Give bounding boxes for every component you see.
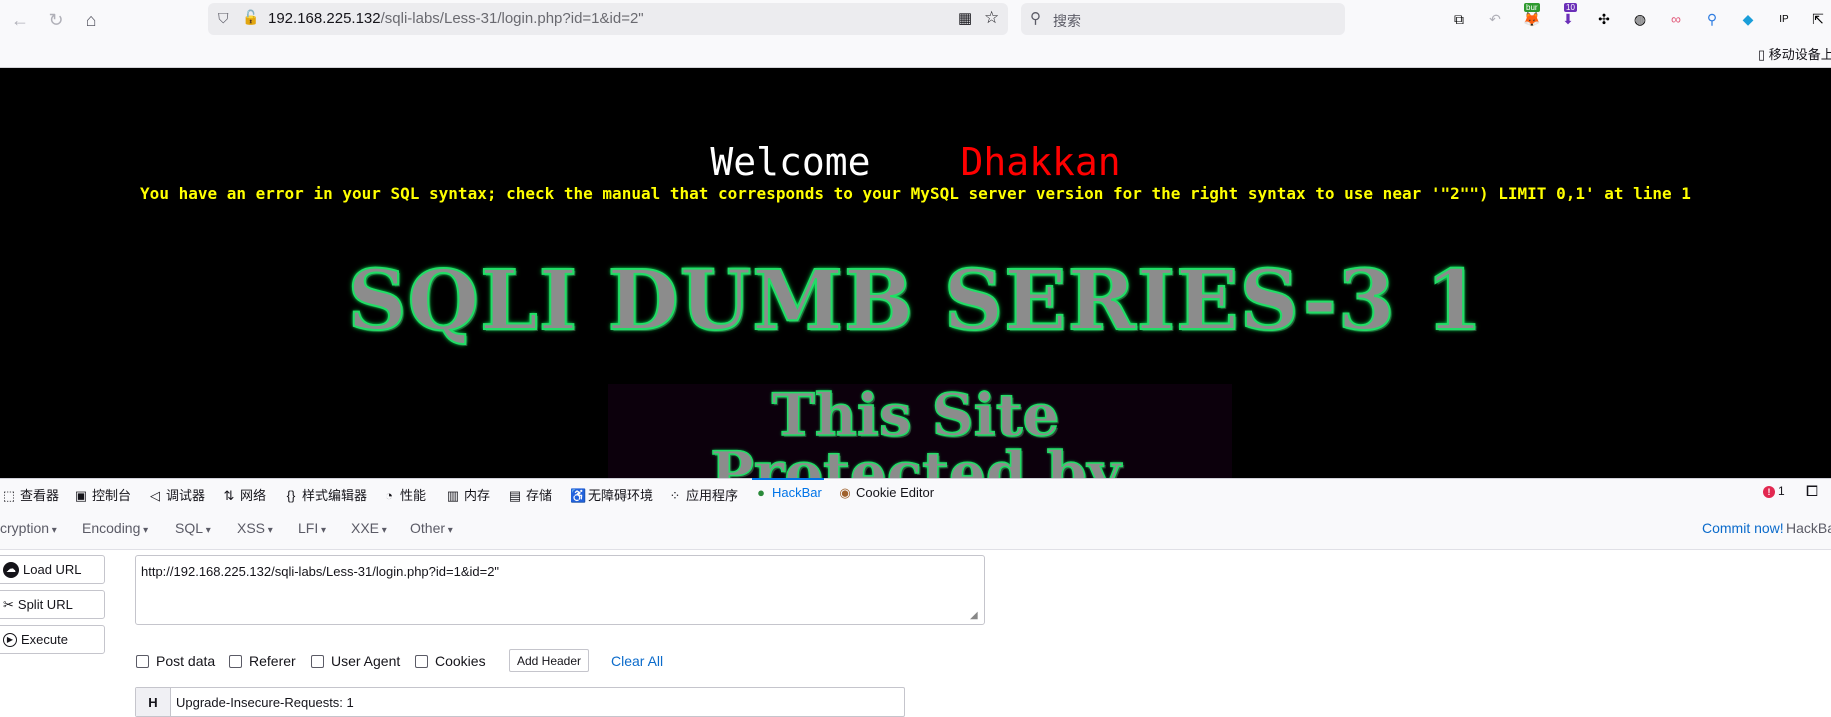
load-url-button[interactable]: ☁ Load URL [0, 555, 105, 584]
hackbar-body: ☁ Load URL ✂ Split URL ▶ Execute http://192… [0, 550, 1831, 717]
reload-icon[interactable]: ↻ [43, 7, 69, 33]
burp-extension-icon[interactable]: bur 🦊 [1522, 3, 1542, 29]
cookie-icon: ◉ [839, 485, 851, 500]
url-text[interactable]: 192.168.225.132/sqli-labs/Less-31/login.… [268, 10, 644, 27]
storage-icon: ▤ [508, 488, 522, 503]
search-icon: ⚲ [1030, 10, 1041, 27]
cookie-icon[interactable]: ◍ [1630, 9, 1650, 29]
url-input[interactable]: http://192.168.225.132/sqli-labs/Less-31… [135, 555, 985, 625]
clear-all-link[interactable]: Clear All [611, 653, 663, 669]
devtools-tab-bar: ⬚ 查看器 ▣ 控制台 ◁ 调试器 ⇅ 网络 {} 样式编辑器 ◔ 性能 ▥ 内存 ▤ 存储 ♿… [0, 478, 1831, 508]
browser-toolbar: ← ↻ ⌂ ⛉ 🔓 192.168.225.132/sqli-labs/Less… [0, 0, 1831, 40]
bookmarks-bar: ▯ 移动设备上 [0, 40, 1831, 68]
insecure-lock-icon[interactable]: 🔓 [242, 9, 259, 26]
page-content: Welcome Dhakkan You have an error in your… [0, 68, 1831, 478]
tab-inspector[interactable]: ⬚ 查看器 [2, 485, 59, 504]
url-bar[interactable]: ⛉ 🔓 192.168.225.132/sqli-labs/Less-31/lo… [208, 3, 1008, 35]
user-agent-checkbox[interactable]: User Agent [311, 653, 400, 669]
hackbar-brand: HackBa [1786, 520, 1831, 536]
tab-application[interactable]: ⁘ 应用程序 [668, 485, 738, 504]
tab-storage[interactable]: ▤ 存储 [508, 485, 552, 504]
grid-icon: ⁘ [669, 488, 681, 503]
welcome-heading: Welcome Dhakkan [710, 140, 1121, 184]
search-bar[interactable]: ⚲ 搜索 [1021, 3, 1345, 35]
checkbox-icon[interactable] [136, 654, 149, 668]
series-title: SQLI DUMB SERIES-3 1 [346, 252, 1484, 350]
qr-code-icon[interactable]: ▦ [958, 9, 972, 27]
error-counter[interactable]: ! 1 [1763, 484, 1785, 498]
undo-icon[interactable]: ↶ [1485, 9, 1505, 29]
hackbar-icon: ● [757, 485, 765, 500]
bookmark-star-icon[interactable]: ☆ [984, 8, 999, 28]
extension-puzzle-icon[interactable]: ✣ [1594, 9, 1614, 29]
sql-error-message: You have an error in your SQL syntax; ch… [140, 184, 1691, 203]
location-pin-icon[interactable]: ⚲ [1702, 9, 1722, 29]
dock-toggle-icon[interactable]: ⧠ [1806, 483, 1818, 500]
tab-network[interactable]: ⇅ 网络 [222, 485, 266, 504]
hackbar-menu: cryption Encoding SQL XSS LFI XXE Other … [0, 507, 1831, 550]
header-badge[interactable]: H [136, 688, 171, 716]
home-icon[interactable]: ⌂ [78, 7, 104, 33]
console-icon: ▣ [74, 488, 88, 503]
menu-xxe[interactable]: XXE [351, 520, 387, 536]
network-icon: ⇅ [223, 488, 235, 503]
gauge-icon: ◔ [385, 488, 393, 503]
crop-icon[interactable]: ⧉ [1449, 9, 1469, 29]
checkbox-icon[interactable] [311, 654, 324, 668]
cookies-checkbox[interactable]: Cookies [415, 653, 486, 669]
accessibility-icon: ♿ [570, 488, 587, 503]
commit-now-link[interactable]: Commit now! [1702, 520, 1784, 536]
cloud-download-icon: ☁ [3, 561, 19, 578]
tab-style-editor[interactable]: {} 样式编辑器 [284, 485, 367, 504]
share-icon[interactable]: ⇱ [1808, 9, 1828, 29]
split-url-button[interactable]: ✂ Split URL [0, 590, 105, 619]
tab-memory[interactable]: ▥ 内存 [446, 485, 490, 504]
tab-debugger[interactable]: ◁ 调试器 [148, 485, 205, 504]
back-arrow-icon[interactable]: ← [7, 7, 33, 33]
download-extension-icon[interactable]: 10 ⬇ [1558, 3, 1578, 29]
debugger-icon: ◁ [150, 488, 160, 503]
protected-banner: This Site Protected by [709, 381, 1121, 478]
checkbox-icon[interactable] [415, 654, 428, 668]
scissors-icon: ✂ [3, 596, 14, 612]
inspector-icon: ⬚ [2, 488, 16, 503]
shield-icon[interactable]: ⛉ [218, 10, 229, 27]
referer-checkbox[interactable]: Referer [229, 653, 296, 669]
search-placeholder: 搜索 [1053, 13, 1081, 29]
resize-grip-icon[interactable]: ◢ [970, 610, 982, 622]
header-row: H Upgrade-Insecure-Requests: 1 [135, 687, 905, 717]
menu-lfi[interactable]: LFI [298, 520, 326, 536]
add-header-button[interactable]: Add Header [509, 649, 589, 672]
checkbox-icon[interactable] [229, 654, 242, 668]
play-icon: ▶ [3, 632, 17, 647]
wappalyzer-icon[interactable]: ◆ [1738, 9, 1758, 29]
tab-performance[interactable]: ◔ 性能 [382, 485, 426, 504]
error-icon: ! [1763, 486, 1775, 498]
mobile-bookmarks-link[interactable]: ▯ 移动设备上 [1758, 44, 1831, 63]
menu-encryption[interactable]: cryption [0, 520, 57, 536]
tab-hackbar[interactable]: ● HackBar [752, 478, 824, 500]
tab-accessibility[interactable]: ♿ 无障碍环境 [570, 485, 653, 504]
menu-encoding[interactable]: Encoding [82, 520, 148, 536]
link-extension-icon[interactable]: ∞ [1666, 9, 1686, 29]
header-value[interactable]: Upgrade-Insecure-Requests: 1 [176, 695, 354, 710]
tab-console[interactable]: ▣ 控制台 [74, 485, 131, 504]
menu-other[interactable]: Other [410, 520, 453, 536]
tab-cookie-editor[interactable]: ◉ Cookie Editor [838, 485, 934, 501]
menu-sql[interactable]: SQL [175, 520, 211, 536]
menu-xss[interactable]: XSS [237, 520, 273, 536]
execute-button[interactable]: ▶ Execute [0, 625, 105, 654]
braces-icon: {} [286, 488, 296, 503]
ip-extension-icon[interactable]: IP [1774, 9, 1794, 29]
post-data-checkbox[interactable]: Post data [136, 653, 215, 669]
memory-chip-icon: ▥ [446, 488, 460, 503]
